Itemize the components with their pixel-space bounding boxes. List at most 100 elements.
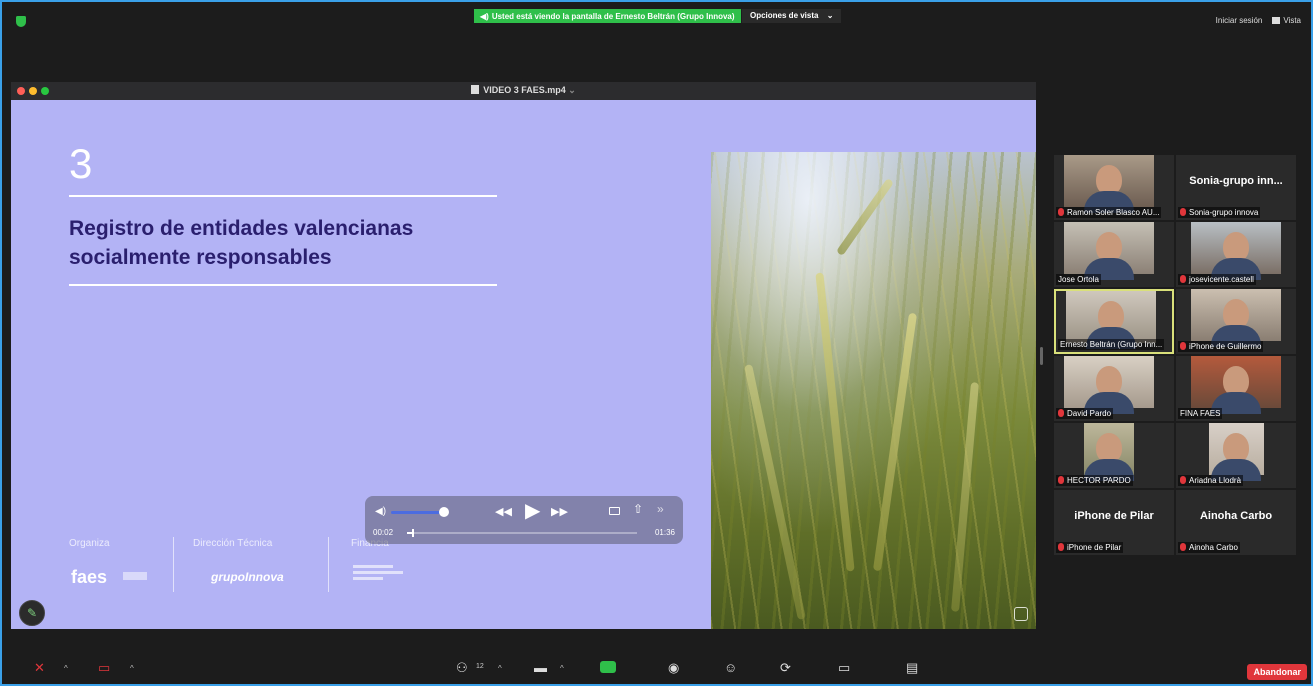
slide-bottom-rule	[69, 284, 497, 286]
participant-display-name: iPhone de Pilar	[1074, 510, 1154, 522]
participant-name-label: Jose Ortola	[1056, 274, 1101, 285]
video-player-controls: ◀) ◀◀ ▶ ▶▶ ⇧ » 00:02 01:36	[365, 496, 683, 544]
participant-tile[interactable]: iPhone de Pilar iPhone de Pilar	[1054, 490, 1174, 555]
participant-tile[interactable]: Ramon Soler Blasco AU...	[1054, 155, 1174, 220]
record-icon[interactable]: ◉	[668, 660, 679, 676]
reactions-icon[interactable]: ☺	[724, 660, 737, 675]
footer-direccion-label: Dirección Técnica	[193, 538, 273, 549]
play-icon[interactable]: ▶	[525, 498, 540, 523]
meeting-toolbar: ✕ ^ ▭ ^ ⚇ 12 ^ ▬ ^ ◉ ☺ ⟳ ▭ ▤ Abandonar	[4, 652, 1313, 682]
muted-mic-icon	[1180, 342, 1186, 350]
participant-name-label: Ernesto Beltrán (Grupo Inn...	[1058, 339, 1165, 350]
leave-meeting-button[interactable]: Abandonar	[1247, 664, 1307, 680]
apps-icon[interactable]: ⟳	[780, 660, 791, 676]
muted-mic-icon	[1058, 476, 1064, 484]
participant-display-name: Sonia-grupo inn...	[1189, 175, 1283, 187]
rewind-icon[interactable]: ◀◀	[495, 505, 512, 518]
screen-share-banner: ◀) Usted está viendo la pantalla de Erne…	[474, 9, 741, 23]
video-file-name: VIDEO 3 FAES.mp4	[483, 85, 566, 95]
participant-name: Ainoha Carbo	[1189, 543, 1238, 552]
top-right-controls: Iniciar sesión Vista	[1216, 16, 1301, 25]
participant-tile[interactable]: Jose Ortola	[1054, 222, 1174, 287]
participant-tile[interactable]: iPhone de Guillermo	[1176, 289, 1296, 354]
participant-video	[1208, 423, 1264, 481]
footer-organiza-label: Organiza	[69, 538, 110, 549]
zoom-window: ◀) Usted está viendo la pantalla de Erne…	[0, 0, 1313, 686]
participants-icon[interactable]: ⚇	[456, 660, 468, 676]
participant-name-label: iPhone de Pilar	[1056, 542, 1124, 553]
participant-tile[interactable]: David Pardo	[1054, 356, 1174, 421]
time-elapsed: 00:02	[373, 528, 394, 537]
more-options-icon[interactable]: »	[657, 502, 664, 516]
split-view-handle[interactable]	[1040, 347, 1043, 365]
participant-name: FINA FAES	[1180, 409, 1221, 418]
participant-tile[interactable]: Ariadna Llodrà	[1176, 423, 1296, 488]
participant-name: HECTOR PARDO	[1067, 476, 1131, 485]
muted-mic-icon	[1058, 543, 1064, 551]
mute-mic-icon[interactable]: ✕	[34, 660, 45, 676]
share-screen-button[interactable]	[600, 661, 616, 673]
stop-video-icon[interactable]: ▭	[98, 660, 110, 676]
volume-slider-knob[interactable]	[439, 507, 449, 517]
annotate-pencil-icon[interactable]: ✎	[19, 600, 45, 626]
progress-knob[interactable]	[411, 529, 414, 537]
notes-icon[interactable]: ▤	[906, 660, 918, 676]
participant-video	[1064, 356, 1154, 414]
footer-divider	[328, 537, 329, 592]
participant-video	[1191, 222, 1281, 280]
participant-tile[interactable]: Ernesto Beltrán (Grupo Inn...	[1054, 289, 1174, 354]
participant-video	[1064, 222, 1154, 280]
sign-in-link[interactable]: Iniciar sesión	[1216, 16, 1263, 25]
slide-number: 3	[69, 140, 93, 187]
share-banner-text: Usted está viendo la pantalla de Ernesto…	[491, 11, 735, 21]
participant-tile[interactable]: josevicente.castell	[1176, 222, 1296, 287]
slide-heading: Registro de entidades valencianas social…	[69, 217, 414, 269]
participant-name: Ramon Soler Blasco AU...	[1067, 208, 1160, 217]
footer-divider	[173, 537, 174, 592]
participant-name: iPhone de Pilar	[1067, 543, 1122, 552]
chat-caret[interactable]: ^	[560, 664, 564, 673]
picture-in-picture-icon[interactable]	[609, 507, 620, 515]
participant-name-label: Ramon Soler Blasco AU...	[1056, 207, 1162, 218]
fast-forward-icon[interactable]: ▶▶	[551, 505, 568, 518]
title-chevron-icon: ⌄	[568, 85, 576, 95]
participant-video	[1191, 289, 1281, 347]
whiteboard-icon[interactable]: ▭	[838, 660, 850, 676]
participant-name: Sonia-grupo innova	[1189, 208, 1259, 217]
share-icon[interactable]: ⇧	[633, 502, 643, 516]
participant-tile[interactable]: HECTOR PARDO	[1054, 423, 1174, 488]
participant-name-label: Ainoha Carbo	[1178, 542, 1240, 553]
grid-view-icon	[1272, 17, 1281, 24]
slide-top-rule	[69, 195, 497, 197]
audio-options-caret[interactable]: ^	[64, 664, 68, 673]
participant-name: Jose Ortola	[1058, 275, 1099, 284]
participant-tile[interactable]: Ainoha Carbo Ainoha Carbo	[1176, 490, 1296, 555]
view-button[interactable]: Vista	[1272, 16, 1301, 25]
volume-slider[interactable]	[391, 511, 445, 514]
security-shield-icon[interactable]	[16, 16, 26, 27]
participant-name-label: David Pardo	[1056, 408, 1114, 419]
progress-bar[interactable]	[407, 529, 637, 537]
faes-logo: faes	[71, 567, 108, 587]
participant-tile[interactable]: FINA FAES	[1176, 356, 1296, 421]
chevron-down-icon: ⌄	[826, 11, 834, 20]
video-options-caret[interactable]: ^	[130, 664, 134, 673]
participant-name: iPhone de Guillermo	[1189, 342, 1262, 351]
participants-caret[interactable]: ^	[498, 664, 502, 673]
wheat-stalk	[835, 177, 895, 257]
generalitat-logo	[353, 562, 413, 590]
participant-video	[1066, 291, 1156, 349]
participant-name-label: HECTOR PARDO	[1056, 475, 1133, 486]
video-window-titlebar[interactable]: VIDEO 3 FAES.mp4 ⌄	[11, 82, 1036, 100]
chat-icon[interactable]: ▬	[534, 660, 547, 675]
participant-tile[interactable]: Sonia-grupo inn... Sonia-grupo innova	[1176, 155, 1296, 220]
muted-mic-icon	[1058, 409, 1064, 417]
time-total: 01:36	[654, 528, 675, 537]
participants-count: 12	[476, 663, 484, 670]
participant-video	[1084, 423, 1134, 481]
speaker-icon: ◀)	[480, 11, 489, 21]
volume-icon[interactable]: ◀)	[375, 506, 386, 517]
fullscreen-icon[interactable]	[1014, 607, 1028, 621]
muted-mic-icon	[1180, 275, 1186, 283]
view-options-button[interactable]: Opciones de vista ⌄	[742, 9, 842, 23]
